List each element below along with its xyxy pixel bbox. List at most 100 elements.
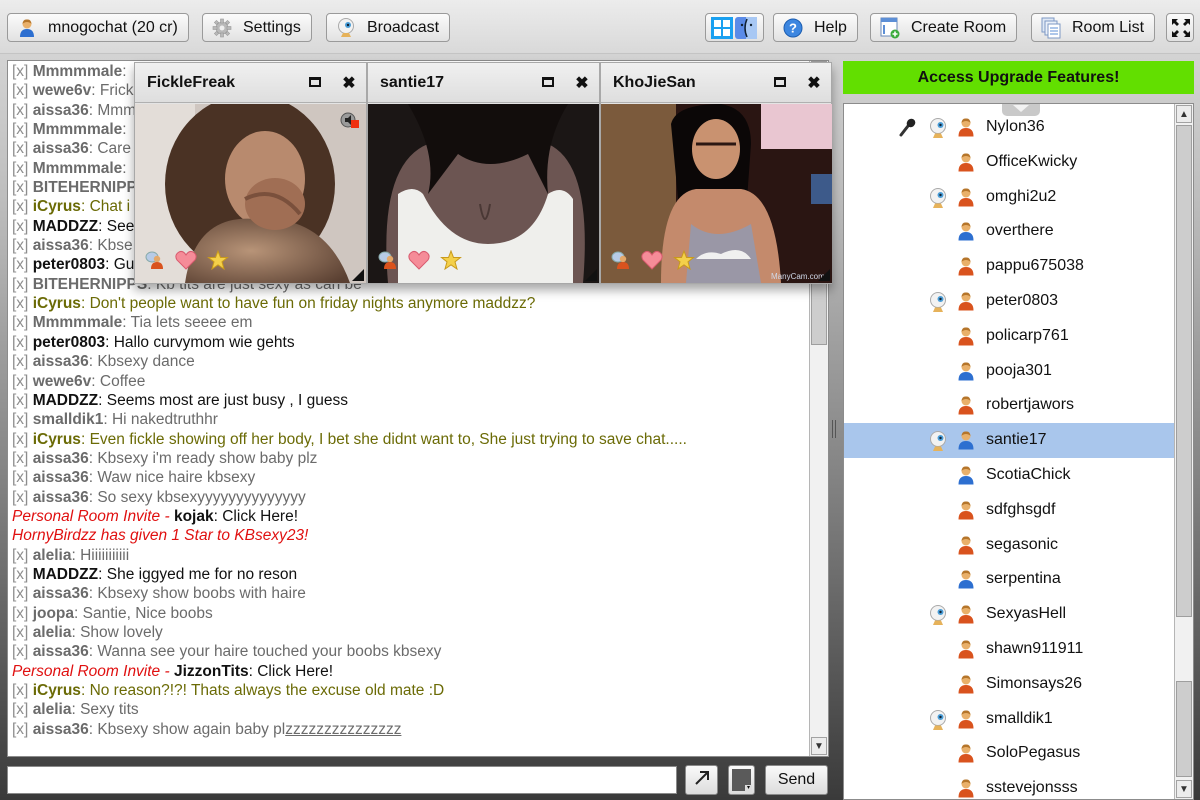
cam-window-khojiesan[interactable]: KhoJieSan ✖ ManyCam.com	[600, 62, 832, 284]
chat-username[interactable]: iCyrus	[33, 431, 81, 448]
chat-username[interactable]: peter0803	[33, 256, 105, 273]
chat-username[interactable]: aissa36	[33, 140, 89, 157]
star-icon[interactable]	[673, 249, 695, 275]
chat-username[interactable]: aissa36	[33, 450, 89, 467]
close-button[interactable]: ✖	[332, 73, 366, 93]
dismiss-line-button[interactable]: [x]	[12, 314, 28, 331]
dismiss-line-button[interactable]: [x]	[12, 140, 28, 157]
chat-username[interactable]: alelia	[33, 547, 72, 564]
dismiss-line-button[interactable]: [x]	[12, 63, 28, 80]
dismiss-line-button[interactable]: [x]	[12, 566, 28, 583]
audio-muted-icon[interactable]	[340, 110, 360, 130]
panel-splitter[interactable]	[829, 420, 839, 440]
dismiss-line-button[interactable]: [x]	[12, 218, 28, 235]
user-scroll-down[interactable]: ▼	[1176, 780, 1192, 798]
chat-username[interactable]: iCyrus	[33, 295, 81, 312]
user-list-item[interactable]: ScotiaChick	[844, 458, 1176, 493]
invite-link[interactable]: Click Here!	[222, 508, 298, 525]
dismiss-line-button[interactable]: [x]	[12, 450, 28, 467]
webcam-icon[interactable]	[928, 117, 948, 144]
user-list-item[interactable]: sstevejonsss	[844, 771, 1176, 799]
cam-header[interactable]: FickleFreak ✖	[135, 63, 366, 103]
chat-username[interactable]: smalldik1	[33, 411, 104, 428]
webcam-icon[interactable]	[928, 709, 948, 736]
dismiss-line-button[interactable]: [x]	[12, 392, 28, 409]
chat-username[interactable]: Mmmmmale	[33, 160, 123, 177]
user-list-item[interactable]: serpentina	[844, 562, 1176, 597]
user-list-item[interactable]: pooja301	[844, 354, 1176, 389]
star-icon[interactable]	[440, 249, 462, 275]
chat-username[interactable]: iCyrus	[33, 198, 81, 215]
chat-username[interactable]: Mmmmmale	[33, 63, 123, 80]
chat-scroll-down[interactable]: ▼	[811, 737, 827, 755]
maximize-button[interactable]	[298, 74, 332, 92]
user-list-item[interactable]: omghi2u2	[844, 180, 1176, 215]
dismiss-line-button[interactable]: [x]	[12, 334, 28, 351]
chat-username[interactable]: aissa36	[33, 721, 89, 738]
collapse-tab[interactable]	[1002, 104, 1040, 116]
upgrade-banner[interactable]: Access Upgrade Features!	[843, 61, 1194, 94]
user-list-item[interactable]: Simonsays26	[844, 667, 1176, 702]
text-color-picker[interactable]: ▾	[728, 765, 755, 795]
chat-username[interactable]: wewe6v	[33, 373, 92, 390]
dismiss-line-button[interactable]: [x]	[12, 701, 28, 718]
chat-username[interactable]: aissa36	[33, 489, 89, 506]
chat-username[interactable]: aissa36	[33, 353, 89, 370]
os-switch-button[interactable]	[705, 13, 764, 42]
chat-username[interactable]: Mmmmmale	[33, 314, 123, 331]
dismiss-line-button[interactable]: [x]	[12, 605, 28, 622]
chat-username[interactable]: aissa36	[33, 469, 89, 486]
cam-header[interactable]: KhoJieSan ✖	[601, 63, 831, 103]
invite-link[interactable]: Click Here!	[257, 663, 333, 680]
dismiss-line-button[interactable]: [x]	[12, 82, 28, 99]
room-list-button[interactable]: Room List	[1031, 13, 1156, 42]
private-chat-icon[interactable]	[611, 250, 631, 275]
chat-username[interactable]: iCyrus	[33, 682, 81, 699]
chat-username[interactable]: MADDZZ	[33, 218, 98, 235]
close-button[interactable]: ✖	[565, 73, 599, 93]
cam-header[interactable]: santie17 ✖	[368, 63, 599, 103]
heart-icon[interactable]	[641, 250, 663, 275]
user-list-item[interactable]: pappu675038	[844, 249, 1176, 284]
chat-username[interactable]: wewe6v	[33, 82, 92, 99]
user-list-item[interactable]: policarp761	[844, 319, 1176, 354]
chat-username[interactable]: MADDZZ	[33, 566, 98, 583]
dismiss-line-button[interactable]: [x]	[12, 411, 28, 428]
chat-username[interactable]: MADDZZ	[33, 392, 98, 409]
user-list-item[interactable]: shawn911911	[844, 632, 1176, 667]
dismiss-line-button[interactable]: [x]	[12, 237, 28, 254]
close-button[interactable]: ✖	[797, 73, 831, 93]
user-list-item[interactable]: smalldik1	[844, 702, 1176, 737]
user-scroll-up[interactable]: ▲	[1176, 105, 1192, 123]
account-button[interactable]: mnogochat (20 cr)	[7, 13, 189, 42]
dismiss-line-button[interactable]: [x]	[12, 682, 28, 699]
invite-username[interactable]: kojak	[174, 508, 214, 525]
dismiss-line-button[interactable]: [x]	[12, 431, 28, 448]
private-chat-icon[interactable]	[145, 250, 165, 275]
webcam-icon[interactable]	[928, 187, 948, 214]
chat-link[interactable]: zzzzzzzzzzzzzzz	[285, 721, 401, 738]
resize-grip[interactable]	[352, 269, 364, 281]
resize-grip[interactable]	[585, 269, 597, 281]
user-list-item[interactable]: peter0803	[844, 284, 1176, 319]
user-list-scrollbar[interactable]: ▲ ▼	[1174, 104, 1193, 799]
user-list-item[interactable]: overthere	[844, 214, 1176, 249]
resize-grip[interactable]	[818, 269, 830, 281]
create-room-button[interactable]: Create Room	[870, 13, 1018, 42]
user-list-item[interactable]: OfficeKwicky	[844, 145, 1176, 180]
user-scroll-track-upper[interactable]	[1176, 125, 1192, 617]
dismiss-line-button[interactable]: [x]	[12, 643, 28, 660]
chat-username[interactable]: aissa36	[33, 102, 89, 119]
dismiss-line-button[interactable]: [x]	[12, 102, 28, 119]
webcam-icon[interactable]	[928, 291, 948, 318]
message-input[interactable]	[7, 766, 677, 794]
chat-username[interactable]: alelia	[33, 701, 72, 718]
dismiss-line-button[interactable]: [x]	[12, 160, 28, 177]
private-chat-icon[interactable]	[378, 250, 398, 275]
maximize-button[interactable]	[531, 74, 565, 92]
settings-button[interactable]: Settings	[202, 13, 312, 42]
webcam-icon[interactable]	[928, 430, 948, 457]
dismiss-line-button[interactable]: [x]	[12, 256, 28, 273]
heart-icon[interactable]	[175, 250, 197, 275]
dismiss-line-button[interactable]: [x]	[12, 198, 28, 215]
